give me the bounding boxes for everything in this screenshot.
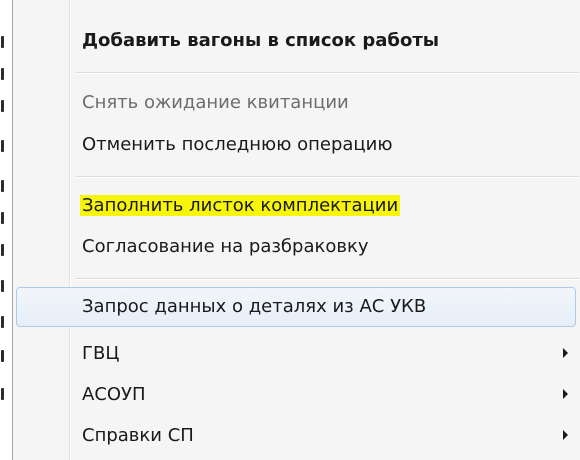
menu-separator xyxy=(75,278,579,280)
background-window-edge xyxy=(0,0,12,460)
menu-item-fill-completion-sheet[interactable]: Заполнить листок комплектации xyxy=(16,186,576,226)
menu-item-gvc[interactable]: ГВЦ xyxy=(16,334,576,374)
menu-item-label: Отменить последнюю операцию xyxy=(82,134,393,155)
menu-item-label: Добавить вагоны в список работы xyxy=(82,30,440,51)
menu-item-request-parts-data[interactable]: Запрос данных о деталях из АС УКВ xyxy=(16,287,576,327)
chevron-right-icon xyxy=(563,430,568,440)
menu-item-remove-receipt-wait: Снять ожидание квитанции xyxy=(16,83,576,123)
context-menu: Добавить вагоны в список работы Снять ож… xyxy=(12,0,580,460)
menu-item-label: Заполнить листок комплектации xyxy=(80,195,401,216)
menu-item-label: Запрос данных о деталях из АС УКВ xyxy=(82,296,427,317)
menu-separator xyxy=(75,72,579,74)
menu-item-label: Снять ожидание квитанции xyxy=(82,92,349,113)
menu-item-label: АСОУП xyxy=(82,384,146,405)
menu-item-label: Справки СП xyxy=(82,425,194,446)
menu-item-label: Согласование на разбраковку xyxy=(82,236,369,257)
menu-item-label: ГВЦ xyxy=(82,343,120,364)
menu-item-sp-references[interactable]: Справки СП xyxy=(16,416,576,456)
chevron-right-icon xyxy=(563,389,568,399)
menu-item-sorting-approval[interactable]: Согласование на разбраковку xyxy=(16,227,576,267)
menu-item-undo-last-operation[interactable]: Отменить последнюю операцию xyxy=(16,125,576,165)
menu-item-label-container: Заполнить листок комплектации xyxy=(80,195,401,217)
menu-item-add-wagons[interactable]: Добавить вагоны в список работы xyxy=(16,21,576,61)
context-menu-screen: Добавить вагоны в список работы Снять ож… xyxy=(0,0,580,460)
menu-item-asoup[interactable]: АСОУП xyxy=(16,375,576,415)
menu-separator xyxy=(75,176,579,178)
chevron-right-icon xyxy=(563,348,568,358)
